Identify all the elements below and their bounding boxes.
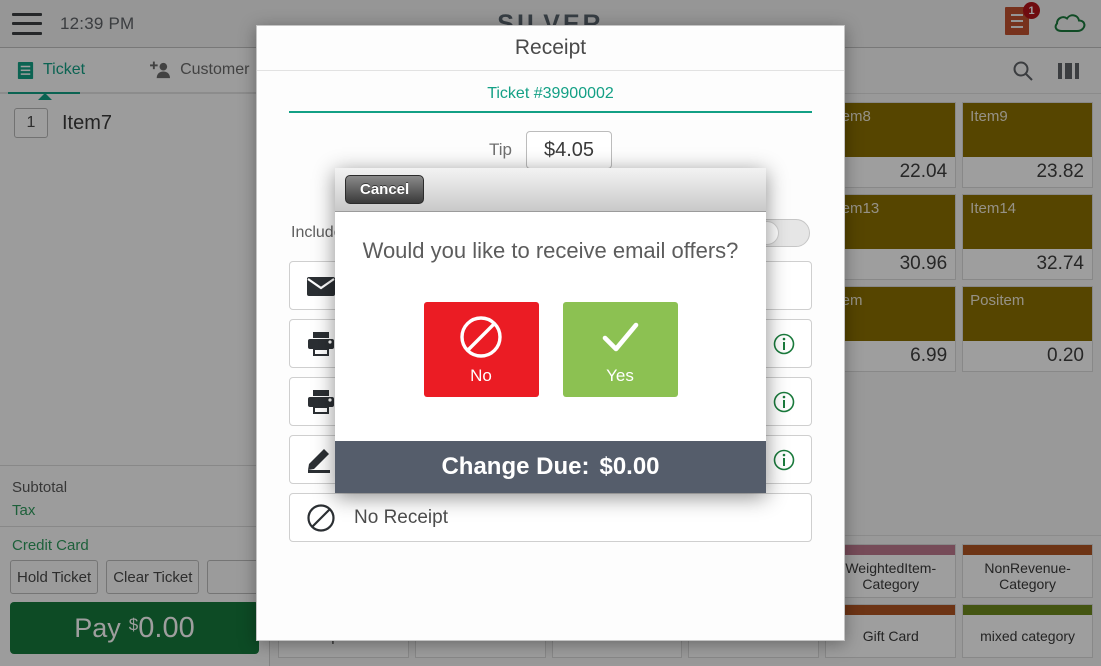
email-icon: [307, 276, 335, 296]
yes-button-label: Yes: [606, 365, 634, 385]
info-icon[interactable]: [773, 333, 795, 355]
receipt-dialog-title: Receipt: [257, 26, 844, 71]
yes-button[interactable]: Yes: [562, 302, 678, 397]
no-button[interactable]: No: [423, 302, 539, 397]
check-icon: [602, 322, 639, 351]
info-icon[interactable]: [773, 391, 795, 413]
modal-question-text: Would you like to receive email offers?: [362, 238, 739, 263]
change-due-label: Change Due:: [441, 453, 590, 480]
modal-top-bar: Cancel: [335, 168, 766, 212]
change-due-bar: Change Due: $0.00: [335, 441, 766, 493]
tip-label: Tip: [489, 140, 512, 159]
modal-choice-buttons: No Yes: [423, 302, 678, 397]
prohibited-icon: [460, 315, 502, 358]
no-button-label: No: [470, 365, 492, 385]
tip-row: Tip $4.05: [289, 131, 812, 169]
receipt-ticket-number: Ticket #39900002: [289, 85, 812, 113]
printer-icon: [308, 331, 334, 356]
modal-body: Would you like to receive email offers? …: [335, 212, 766, 441]
change-due-amount: $0.00: [599, 453, 660, 480]
tip-amount-field[interactable]: $4.05: [526, 131, 612, 169]
printer-icon: [308, 389, 334, 414]
cancel-button[interactable]: Cancel: [345, 175, 425, 204]
no-receipt-icon: [307, 503, 335, 532]
signature-icon: [308, 448, 330, 473]
receipt-option-none-label: No Receipt: [354, 506, 448, 528]
email-offers-modal: Cancel Would you like to receive email o…: [335, 168, 766, 493]
receipt-option-none[interactable]: No Receipt: [289, 493, 812, 542]
pos-app-window: 12:39 PM SILVER 1 Ticket Customer 1 Item…: [0, 0, 1101, 666]
info-icon[interactable]: [773, 449, 795, 471]
